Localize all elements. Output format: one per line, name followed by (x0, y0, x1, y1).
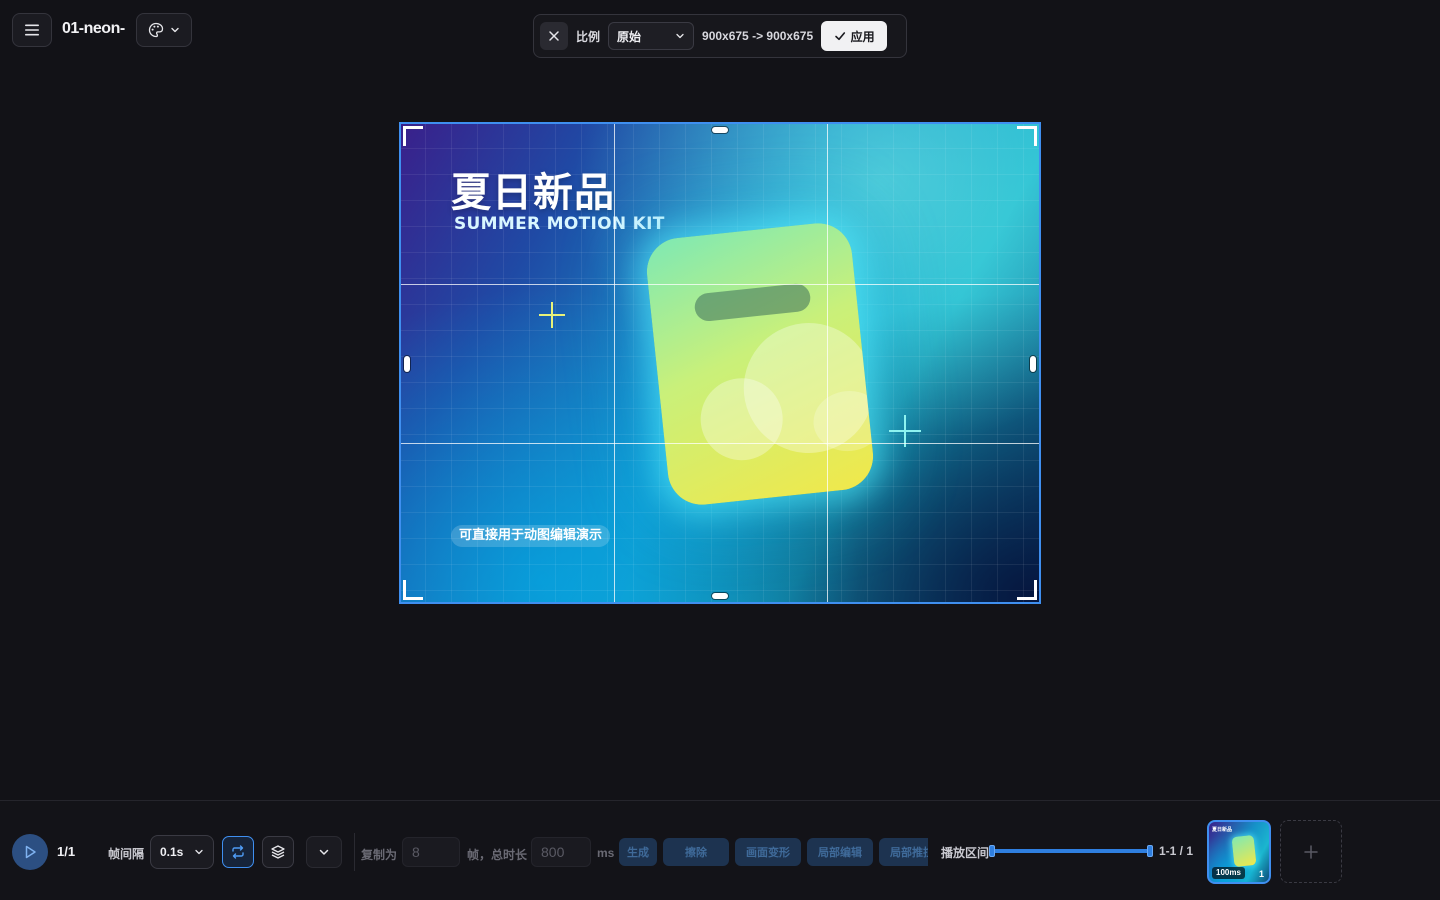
thumbnail-index: 1 (1258, 869, 1264, 879)
chevron-down-icon (171, 27, 179, 33)
plus-icon (1304, 844, 1318, 859)
apply-label: 应用 (850, 29, 875, 44)
cancel-crop-button[interactable] (540, 22, 568, 50)
chevron-down-icon (319, 849, 329, 855)
apply-crop-button[interactable]: 应用 (821, 21, 888, 51)
erase-button[interactable]: 擦除 (663, 838, 729, 866)
crop-toolbar: 比例 原始 900x675 -> 900x675 应用 (533, 14, 907, 58)
play-range-slider[interactable] (991, 849, 1153, 853)
layers-button[interactable] (262, 836, 294, 868)
crop-edge-handle-top[interactable] (712, 127, 728, 133)
interval-label: 帧间隔 (108, 847, 145, 861)
ratio-select[interactable]: 原始 (608, 22, 695, 50)
crop-frame[interactable] (399, 122, 1041, 604)
interval-select[interactable]: 0.1s (150, 835, 214, 869)
chevron-down-icon (676, 33, 684, 39)
add-frame-button[interactable] (1280, 820, 1342, 883)
range-start-handle[interactable] (989, 845, 995, 857)
range-end-handle[interactable] (1147, 845, 1153, 857)
local-edit-button[interactable]: 局部编辑 (807, 838, 873, 866)
generate-button[interactable]: 生成 (619, 838, 657, 866)
hamburger-icon (25, 24, 39, 36)
ms-label: ms (597, 846, 615, 860)
crop-grid-line (401, 284, 1039, 285)
check-icon (834, 32, 845, 41)
thumbnail-title: 夏日新品 (1212, 827, 1233, 833)
crop-edge-handle-left[interactable] (404, 356, 410, 372)
thumbnail-card-graphic (1231, 834, 1257, 868)
interval-value: 0.1s (160, 845, 184, 859)
frame-counter: 1/1 (57, 844, 76, 859)
transform-button[interactable]: 画面变形 (735, 838, 801, 866)
duration-input[interactable]: 800 (531, 837, 591, 867)
play-icon (25, 845, 36, 859)
menu-button[interactable] (12, 13, 52, 47)
loop-toggle-button[interactable] (222, 836, 254, 868)
crop-corner-handle-bottom-right[interactable] (1015, 578, 1037, 600)
chevron-down-icon (195, 849, 203, 855)
close-icon (549, 31, 559, 41)
crop-edge-handle-right[interactable] (1030, 356, 1036, 372)
crop-size-text: 900x675 -> 900x675 (702, 29, 814, 43)
timeline-bar: 1/1 帧间隔 0.1s 复制为 8 帧，总时长 800 ms 生成 擦除 画面… (0, 800, 1440, 900)
play-button[interactable] (12, 834, 48, 870)
frames-total-label: 帧，总时长 (467, 848, 528, 862)
local-push-button[interactable]: 局部推拉 (879, 838, 928, 866)
layers-icon (271, 845, 285, 859)
theme-button[interactable] (136, 13, 192, 47)
copy-count-input[interactable]: 8 (402, 837, 460, 867)
thumbnail-duration: 100ms (1212, 867, 1245, 879)
toolbar-divider (354, 833, 355, 871)
expand-button[interactable] (306, 836, 342, 868)
range-text: 1-1 / 1 (1159, 844, 1194, 858)
crop-grid-line (827, 124, 828, 602)
crop-grid-line (614, 124, 615, 602)
file-title: 01-neon- (62, 20, 125, 37)
copy-label: 复制为 (361, 848, 398, 862)
loop-icon (232, 845, 244, 859)
ratio-select-value: 原始 (617, 29, 642, 44)
crop-corner-handle-top-right[interactable] (1015, 126, 1037, 148)
ratio-label: 比例 (576, 29, 601, 44)
crop-corner-handle-top-left[interactable] (403, 126, 425, 148)
crop-grid-line (401, 443, 1039, 444)
crop-corner-handle-bottom-left[interactable] (403, 578, 425, 600)
range-label: 播放区间 (941, 846, 990, 860)
palette-icon (148, 22, 164, 38)
frame-thumbnail[interactable]: 夏日新品 100ms 1 (1207, 820, 1271, 884)
crop-edge-handle-bottom[interactable] (712, 593, 728, 599)
